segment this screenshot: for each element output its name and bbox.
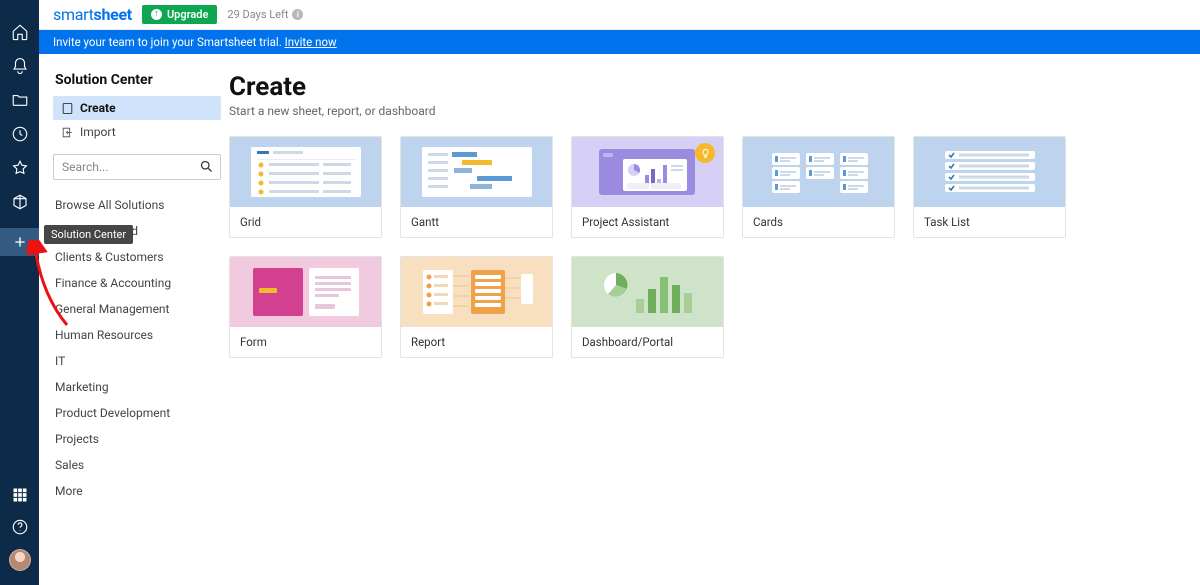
- apps-icon[interactable]: [10, 485, 30, 505]
- trial-days-left: 29 Days Left i: [227, 8, 303, 21]
- avatar[interactable]: [9, 549, 31, 571]
- info-icon[interactable]: i: [292, 9, 303, 20]
- folder-icon[interactable]: [10, 90, 30, 110]
- upgrade-arrow-icon: ↑: [151, 9, 162, 20]
- card-label: Grid: [230, 207, 381, 237]
- sidebar-item-create[interactable]: Create: [53, 96, 221, 120]
- card-label: Form: [230, 327, 381, 357]
- sidebar-category[interactable]: Marketing: [53, 374, 221, 400]
- card-report[interactable]: Report: [400, 256, 553, 358]
- sheet-icon: [61, 102, 74, 115]
- card-label: Gantt: [401, 207, 552, 237]
- logo: smartsheet: [53, 5, 132, 24]
- search-icon[interactable]: [199, 159, 214, 174]
- card-project-assistant[interactable]: Project Assistant: [571, 136, 724, 238]
- card-label: Cards: [743, 207, 894, 237]
- workapps-icon[interactable]: [10, 192, 30, 212]
- star-icon[interactable]: [10, 158, 30, 178]
- home-icon[interactable]: [10, 22, 30, 42]
- card-task-list[interactable]: Task List: [913, 136, 1066, 238]
- topbar: smartsheet ↑ Upgrade 29 Days Left i: [39, 0, 1200, 30]
- upgrade-button[interactable]: ↑ Upgrade: [142, 5, 217, 24]
- card-dashboard[interactable]: Dashboard/Portal: [571, 256, 724, 358]
- assist-thumb: [572, 137, 723, 207]
- report-thumb: [401, 257, 552, 327]
- card-gantt[interactable]: Gantt: [400, 136, 553, 238]
- bell-icon[interactable]: [10, 56, 30, 76]
- recent-icon[interactable]: [10, 124, 30, 144]
- card-cards[interactable]: Cards: [742, 136, 895, 238]
- page-title: Create: [229, 72, 1200, 102]
- sidebar-category[interactable]: More: [53, 478, 221, 504]
- tasklist-thumb: [914, 137, 1065, 207]
- import-icon: [61, 126, 74, 139]
- dashboard-thumb: [572, 257, 723, 327]
- sidebar-title: Solution Center: [53, 72, 221, 88]
- form-thumb: [230, 257, 381, 327]
- search-input[interactable]: [53, 154, 221, 180]
- lightbulb-icon: [695, 143, 715, 163]
- main-page: Create Start a new sheet, report, or das…: [229, 54, 1200, 585]
- sidebar-category[interactable]: Product Development: [53, 400, 221, 426]
- sidebar-category[interactable]: General Management: [53, 296, 221, 322]
- cards-grid: Grid: [229, 136, 1169, 358]
- sidebar: Solution Center Create Import Browse All…: [39, 54, 229, 585]
- card-form[interactable]: Form: [229, 256, 382, 358]
- solution-center-button[interactable]: [0, 228, 39, 256]
- sidebar-category[interactable]: Projects: [53, 426, 221, 452]
- help-icon[interactable]: [10, 517, 30, 537]
- sidebar-category[interactable]: Browse All Solutions: [53, 192, 221, 218]
- sidebar-category[interactable]: Human Resources: [53, 322, 221, 348]
- page-subtitle: Start a new sheet, report, or dashboard: [229, 104, 1200, 118]
- card-label: Report: [401, 327, 552, 357]
- sidebar-category[interactable]: Sales: [53, 452, 221, 478]
- nav-rail: Solution Center: [0, 0, 39, 585]
- invite-banner: Invite your team to join your Smartsheet…: [39, 30, 1200, 54]
- search-wrap: [53, 154, 221, 180]
- sidebar-item-import[interactable]: Import: [53, 120, 221, 144]
- cards-thumb: [743, 137, 894, 207]
- card-label: Dashboard/Portal: [572, 327, 723, 357]
- invite-link[interactable]: Invite now: [285, 35, 337, 49]
- card-label: Project Assistant: [572, 207, 723, 237]
- rail-tooltip: Solution Center: [44, 225, 133, 244]
- sidebar-category[interactable]: Finance & Accounting: [53, 270, 221, 296]
- card-label: Task List: [914, 207, 1065, 237]
- sidebar-category[interactable]: Clients & Customers: [53, 244, 221, 270]
- sidebar-category[interactable]: IT: [53, 348, 221, 374]
- grid-thumb: [230, 137, 381, 207]
- card-grid[interactable]: Grid: [229, 136, 382, 238]
- gantt-thumb: [401, 137, 552, 207]
